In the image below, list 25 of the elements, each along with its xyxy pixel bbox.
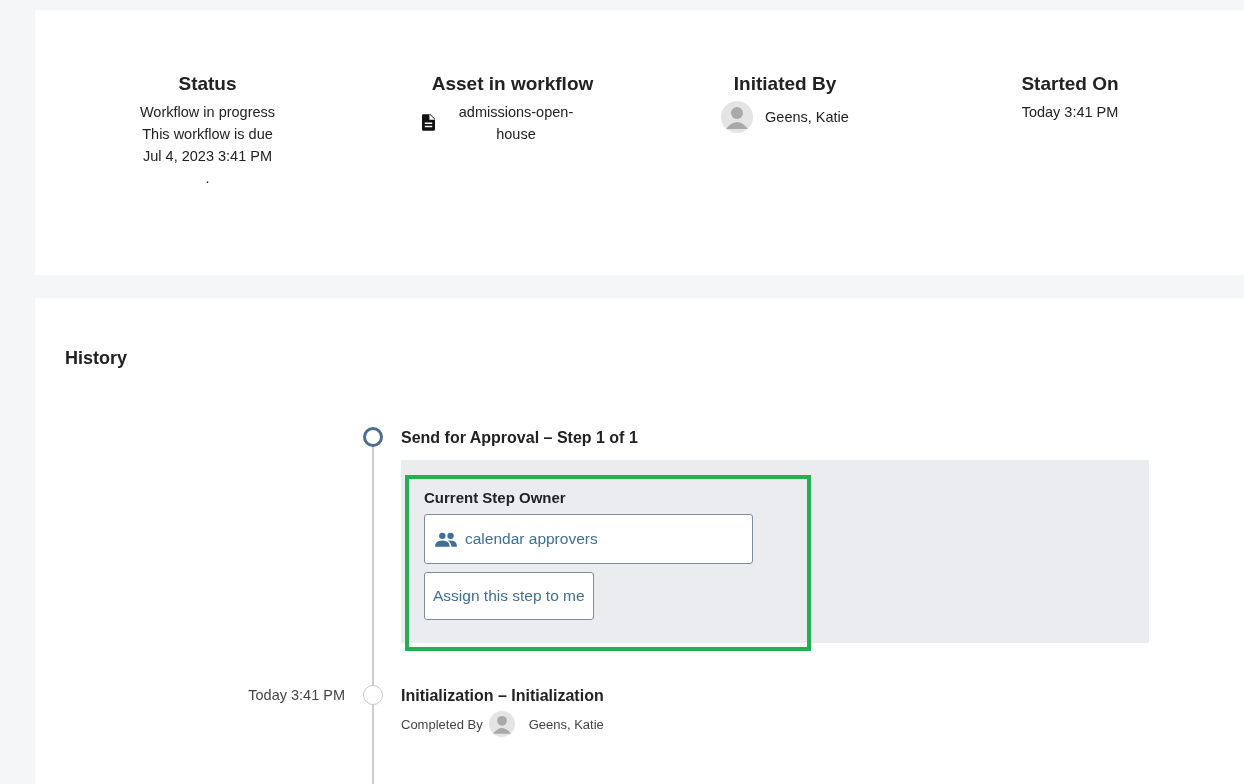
asset-link[interactable]: admissions-open- <box>458 101 574 123</box>
step-title: Initialization – Initialization <box>401 686 604 706</box>
step-title: Send for Approval – Step 1 of 1 <box>401 428 638 448</box>
owner-group-field[interactable]: calendar approvers <box>424 514 753 564</box>
summary-text: Workflow in progress <box>139 103 276 122</box>
summary-text: Jul 4, 2023 3:41 PM <box>143 147 272 166</box>
assign-button[interactable]: Assign this step to me <box>424 572 594 620</box>
owner-label: Current Step Owner <box>424 489 566 506</box>
column-heading: Asset in workflow <box>431 73 594 95</box>
user-name: Geens, Katie <box>765 108 849 127</box>
summary-text: Today 3:41 PM <box>1021 103 1119 122</box>
completed-label: Completed By <box>401 716 483 732</box>
people-icon <box>435 531 457 547</box>
column-heading: Status <box>178 73 237 95</box>
step-time: Today 3:41 PM <box>248 687 345 703</box>
column-heading: Initiated By <box>733 73 837 95</box>
summary-text: This workflow is due <box>142 125 273 144</box>
document-icon <box>421 114 435 131</box>
column-heading: Started On <box>1021 73 1119 95</box>
summary-text: . <box>205 169 210 188</box>
avatar-icon <box>488 711 515 737</box>
section-title: History <box>65 348 127 369</box>
user-name: Geens, Katie <box>528 716 604 732</box>
avatar-icon <box>721 101 754 133</box>
asset-link[interactable]: house <box>496 123 536 145</box>
